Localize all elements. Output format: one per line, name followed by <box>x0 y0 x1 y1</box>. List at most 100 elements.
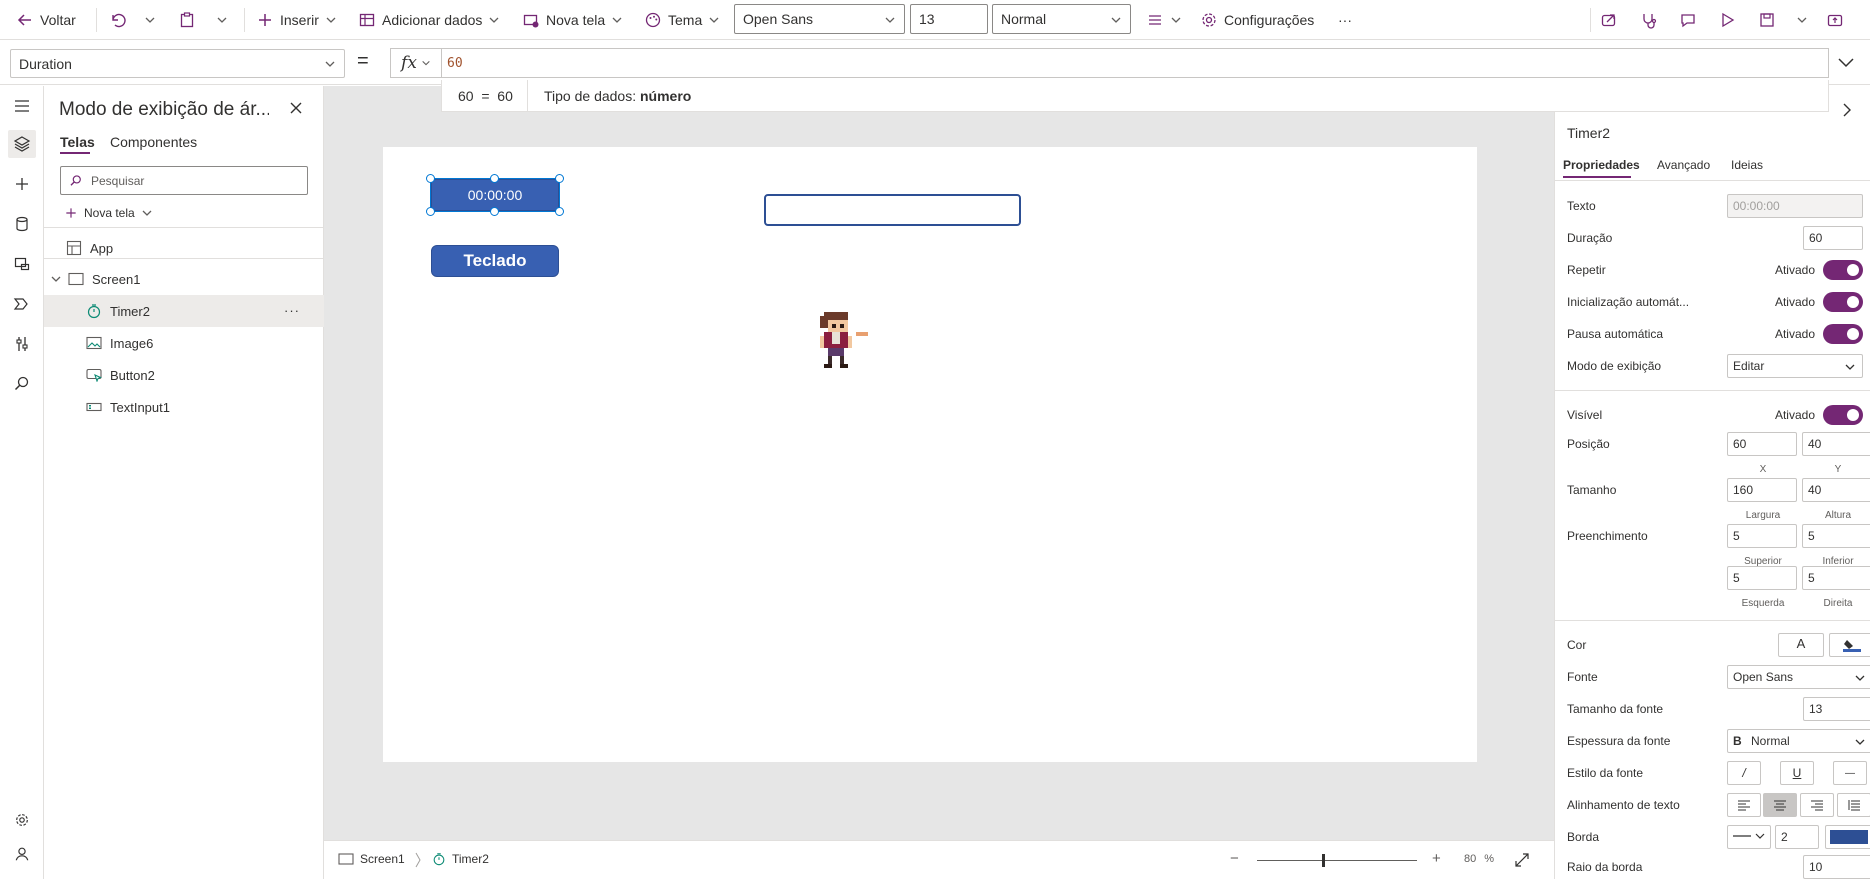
save-button[interactable] <box>1758 0 1776 40</box>
paste-dropdown[interactable] <box>216 0 228 40</box>
theme-button[interactable]: Tema <box>644 0 720 40</box>
collapse-pane-button[interactable] <box>1841 102 1853 118</box>
app-checker-button[interactable] <box>1640 0 1658 40</box>
resize-handle[interactable] <box>490 207 499 216</box>
underline-button[interactable]: U <box>1780 761 1814 785</box>
save-dropdown[interactable] <box>1796 0 1808 40</box>
tree-item-timer2[interactable]: Timer2 ··· <box>44 295 324 327</box>
app-screen[interactable]: 00:00:00 Teclado <box>383 147 1477 762</box>
fill-color-button[interactable] <box>1829 633 1870 657</box>
padding-right-field[interactable]: 5 <box>1802 566 1870 590</box>
repeat-toggle[interactable]: Ativado <box>1775 260 1863 280</box>
resize-handle[interactable] <box>555 207 564 216</box>
zoom-slider-track[interactable] <box>1257 860 1417 861</box>
tab-advanced[interactable]: Avançado <box>1657 158 1710 172</box>
tools-rail-button[interactable] <box>8 330 36 358</box>
new-screen-button[interactable]: Nova tela <box>522 0 623 40</box>
hamburger-menu-button[interactable] <box>8 92 36 120</box>
align-right-button[interactable] <box>1800 793 1834 817</box>
strikethrough-button[interactable]: — <box>1833 761 1867 785</box>
formula-input[interactable]: 60 <box>441 48 1829 78</box>
tree-item-app[interactable]: App <box>44 232 324 264</box>
insert-button[interactable]: Inserir <box>256 0 337 40</box>
breadcrumb-screen[interactable]: Screen1 <box>338 852 405 866</box>
media-rail-button[interactable] <box>8 250 36 278</box>
tab-components[interactable]: Componentes <box>110 134 197 150</box>
tree-item-textinput1[interactable]: TextInput1 <box>44 391 324 423</box>
zoom-slider-thumb[interactable] <box>1322 854 1325 867</box>
border-style-select[interactable] <box>1727 825 1771 849</box>
add-data-button[interactable]: Adicionar dados <box>358 0 500 40</box>
search-rail-button[interactable] <box>8 370 36 398</box>
text-color-button[interactable]: A <box>1778 633 1824 657</box>
function-button[interactable]: fx <box>390 48 442 78</box>
paste-button[interactable] <box>178 0 196 40</box>
italic-button[interactable]: / <box>1727 761 1761 785</box>
more-commands-button[interactable]: ··· <box>1338 0 1352 40</box>
expand-formula-button[interactable] <box>1836 52 1856 72</box>
tab-ideas[interactable]: Ideias <box>1731 158 1763 172</box>
comments-button[interactable] <box>1679 0 1697 40</box>
align-justify-button[interactable] <box>1837 793 1870 817</box>
new-screen-tree-button[interactable]: Nova tela <box>64 200 153 226</box>
character-image[interactable] <box>808 307 888 373</box>
border-radius-field[interactable]: 10 <box>1803 855 1870 879</box>
close-panel-button[interactable] <box>288 100 304 116</box>
duration-field[interactable]: 60 <box>1803 226 1863 250</box>
back-button[interactable]: Voltar <box>16 0 76 40</box>
align-left-button[interactable] <box>1727 793 1761 817</box>
insert-rail-button[interactable] <box>8 170 36 198</box>
play-button[interactable] <box>1718 0 1736 40</box>
autopause-toggle[interactable]: Ativado <box>1775 324 1863 344</box>
zoom-in-button[interactable]: + <box>1432 850 1441 867</box>
padding-left-field[interactable]: 5 <box>1727 566 1797 590</box>
resize-handle[interactable] <box>555 174 564 183</box>
tab-properties[interactable]: Propriedades <box>1563 158 1640 172</box>
text-field[interactable]: 00:00:00 <box>1727 194 1863 218</box>
autostart-toggle[interactable]: Ativado <box>1775 292 1863 312</box>
tree-item-screen1[interactable]: Screen1 <box>44 263 324 295</box>
tree-view-button[interactable] <box>8 130 36 158</box>
width-field[interactable]: 160 <box>1727 478 1797 502</box>
fit-to-window-button[interactable] <box>1514 852 1530 868</box>
text-input-control[interactable] <box>764 194 1021 226</box>
position-x-field[interactable]: 60 <box>1727 432 1797 456</box>
settings-button[interactable]: Configurações <box>1200 0 1314 40</box>
border-width-field[interactable]: 2 <box>1775 825 1819 849</box>
data-rail-button[interactable] <box>8 210 36 238</box>
keyboard-button[interactable]: Teclado <box>431 245 559 277</box>
resize-handle[interactable] <box>490 174 499 183</box>
item-more-button[interactable]: ··· <box>284 303 300 318</box>
account-rail-button[interactable] <box>8 840 36 868</box>
property-select[interactable]: Duration <box>10 49 345 78</box>
search-input[interactable]: Pesquisar <box>60 166 308 195</box>
display-mode-select[interactable]: Editar <box>1727 354 1863 378</box>
font-family-select[interactable]: Open Sans <box>734 4 905 34</box>
height-field[interactable]: 40 <box>1802 478 1870 502</box>
font-size-input[interactable]: 13 <box>910 4 988 34</box>
padding-top-field[interactable]: 5 <box>1727 524 1797 548</box>
tree-item-image6[interactable]: Image6 <box>44 327 324 359</box>
font-size-field[interactable]: 13 <box>1803 697 1870 721</box>
publish-button[interactable] <box>1826 0 1844 40</box>
align-center-button[interactable] <box>1763 793 1797 817</box>
resize-handle[interactable] <box>426 207 435 216</box>
undo-dropdown[interactable] <box>144 0 156 40</box>
breadcrumb-control[interactable]: Timer2 <box>432 852 489 866</box>
font-weight-select[interactable]: Normal <box>992 4 1131 34</box>
zoom-out-button[interactable]: − <box>1230 850 1239 867</box>
share-button[interactable] <box>1600 0 1618 40</box>
resize-handle[interactable] <box>426 174 435 183</box>
border-color-button[interactable] <box>1825 825 1870 849</box>
font-select[interactable]: Open Sans <box>1727 665 1870 689</box>
font-weight-select[interactable]: B Normal <box>1727 729 1870 753</box>
tree-item-button2[interactable]: Button2 <box>44 359 324 391</box>
padding-bottom-field[interactable]: 5 <box>1802 524 1870 548</box>
text-align-button[interactable] <box>1146 0 1182 40</box>
visible-toggle[interactable]: Ativado <box>1775 405 1863 425</box>
power-automate-rail-button[interactable] <box>8 290 36 318</box>
position-y-field[interactable]: 40 <box>1802 432 1870 456</box>
undo-button[interactable] <box>108 0 126 40</box>
tab-screens[interactable]: Telas <box>60 134 95 150</box>
settings-rail-button[interactable] <box>8 806 36 834</box>
